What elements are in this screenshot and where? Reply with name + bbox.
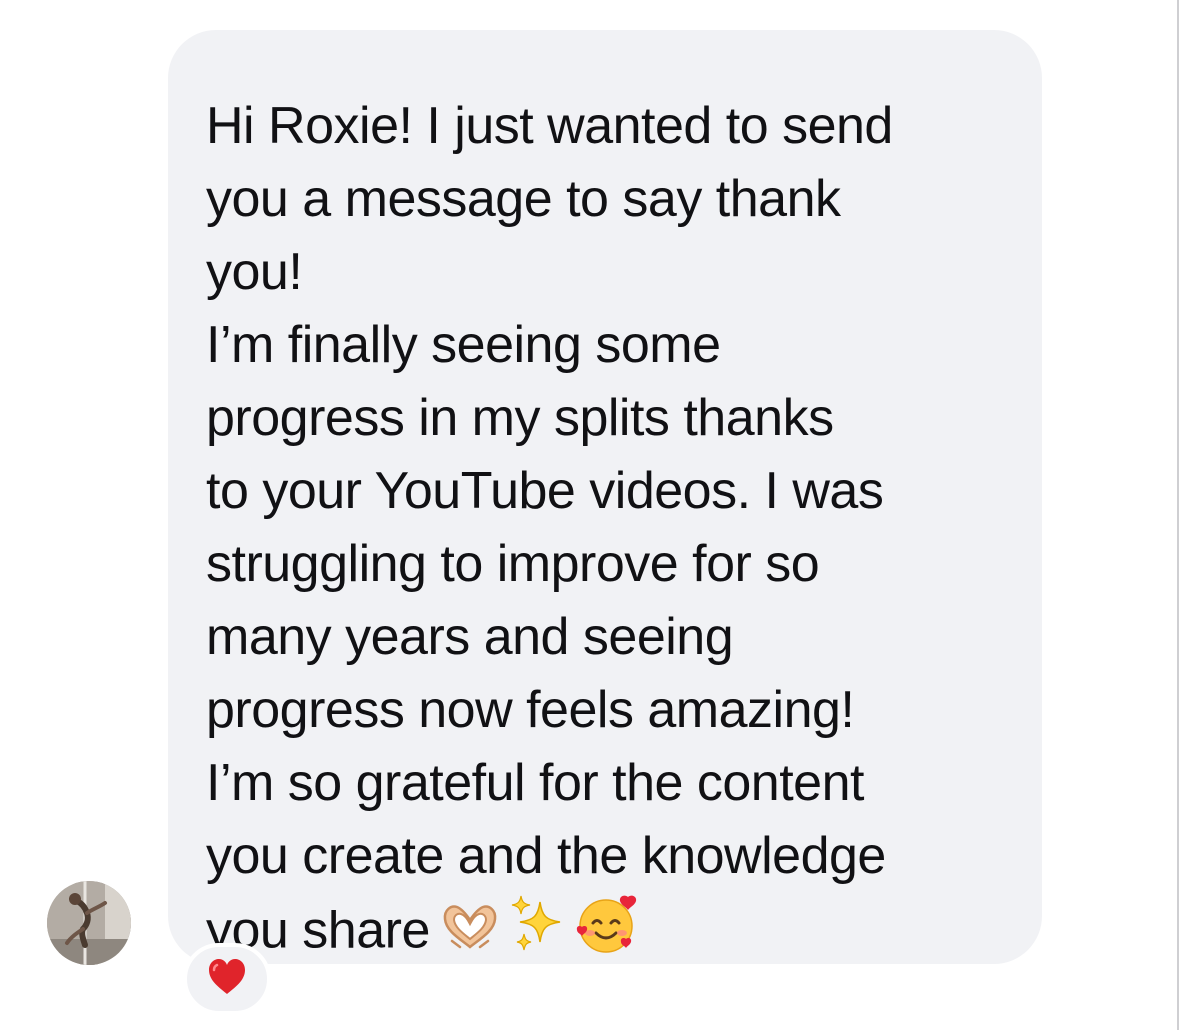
avatar-photo — [47, 881, 131, 965]
message-line: to your YouTube videos. I was — [206, 462, 884, 520]
reaction-badge[interactable] — [183, 943, 271, 1015]
message-line: progress now feels amazing! — [206, 681, 855, 739]
avatar[interactable] — [47, 881, 131, 965]
message-line: you! — [206, 243, 303, 301]
message-line: I’m finally seeing some — [206, 316, 721, 374]
red-heart-icon — [206, 957, 248, 1002]
message-line: you a message to say thank — [206, 170, 841, 228]
chat-view: Hi Roxie! I just wanted to send you a me… — [0, 0, 1179, 1030]
message-line: many years and seeing — [206, 608, 734, 666]
heart-hands-icon — [440, 898, 500, 971]
sparkles-icon — [510, 894, 566, 974]
message-line-last: you share — [206, 893, 1012, 975]
emoji-row — [440, 893, 640, 975]
message-line: I’m so grateful for the content — [206, 754, 864, 812]
message-line: progress in my splits thanks — [206, 389, 834, 447]
message-line: you create and the knowledge — [206, 827, 886, 885]
message-bubble[interactable]: Hi Roxie! I just wanted to send you a me… — [168, 30, 1042, 964]
smiling-face-with-hearts-icon — [574, 893, 640, 975]
message-line: Hi Roxie! I just wanted to send — [206, 97, 893, 155]
message-line: struggling to improve for so — [206, 535, 820, 593]
